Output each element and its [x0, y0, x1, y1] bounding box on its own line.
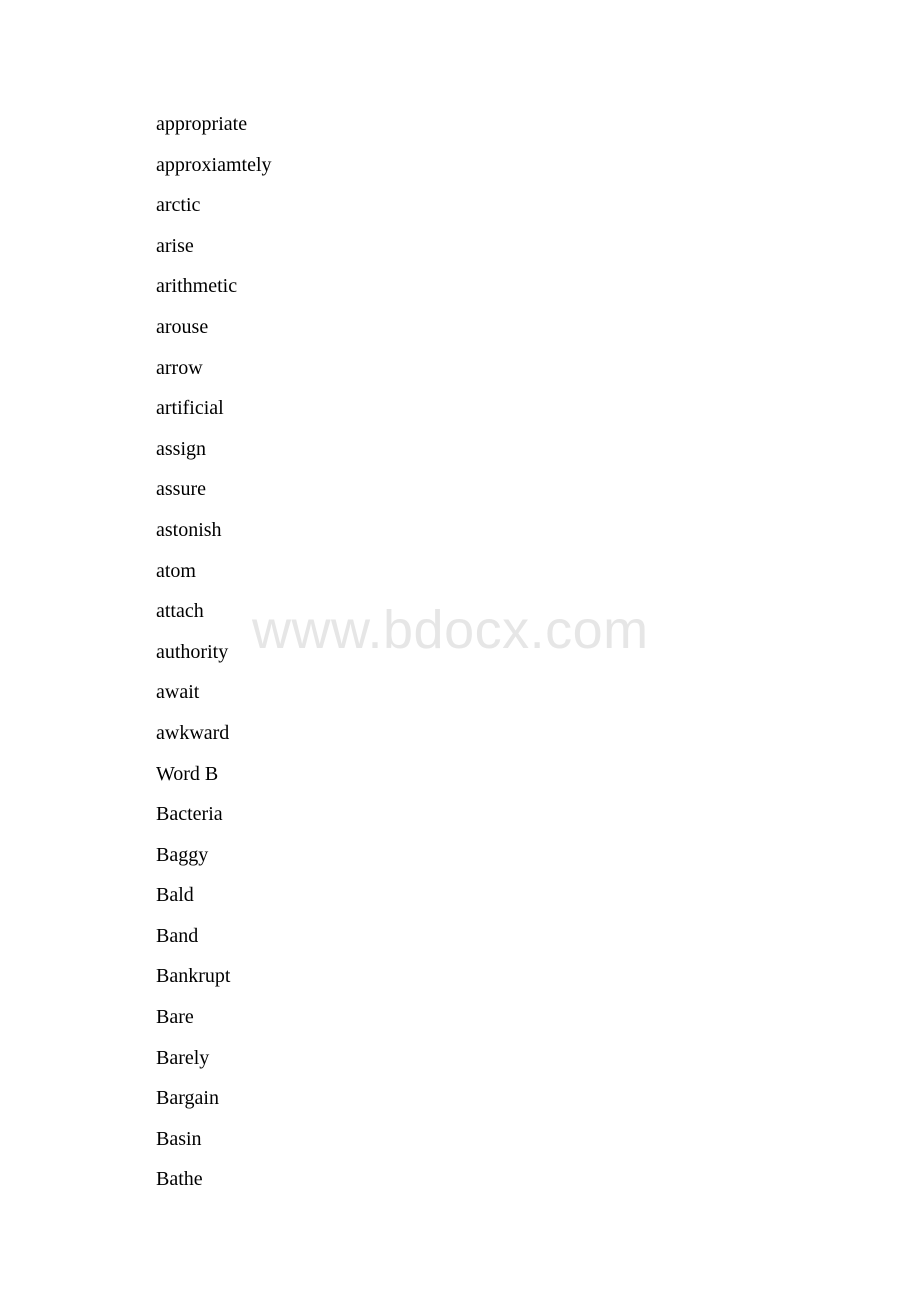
- word-list-item: arouse: [156, 315, 209, 338]
- word-list-item: Bankrupt: [156, 965, 231, 988]
- document-page: www.bdocx.com appropriate approxiamtely ar…: [0, 0, 920, 1302]
- word-list-item: atom: [156, 559, 196, 582]
- word-list-item: Bargain: [156, 1087, 219, 1110]
- word-list-item: artificial: [156, 397, 224, 420]
- word-list-item: Baggy: [156, 843, 209, 866]
- word-list-item: Bare: [156, 1006, 194, 1029]
- word-list-item: Bald: [156, 884, 194, 907]
- word-list-item: Bacteria: [156, 803, 223, 826]
- word-list: appropriate approxiamtely arctic arise arith…: [156, 104, 856, 1200]
- section-heading: Word B: [156, 762, 219, 785]
- word-list-item: authority: [156, 640, 229, 663]
- word-list-item: awkward: [156, 721, 230, 744]
- word-list-item: appropriate: [156, 113, 248, 135]
- word-list-item: arise: [156, 234, 194, 257]
- word-list-item: assign: [156, 437, 206, 460]
- word-list-item: Band: [156, 924, 199, 947]
- word-list-item: assure: [156, 478, 206, 501]
- word-list-item: arithmetic: [156, 275, 238, 298]
- word-list-item: Barely: [156, 1046, 210, 1069]
- word-list-item: await: [156, 681, 200, 704]
- word-list-item: arrow: [156, 356, 203, 379]
- word-list-item: astonish: [156, 518, 222, 541]
- word-list-item: Bathe: [156, 1168, 203, 1191]
- word-list-item: Basin: [156, 1127, 202, 1150]
- word-list-item: approxiamtely: [156, 153, 272, 176]
- word-list-item: attach: [156, 600, 204, 623]
- word-list-item: arctic: [156, 194, 201, 217]
